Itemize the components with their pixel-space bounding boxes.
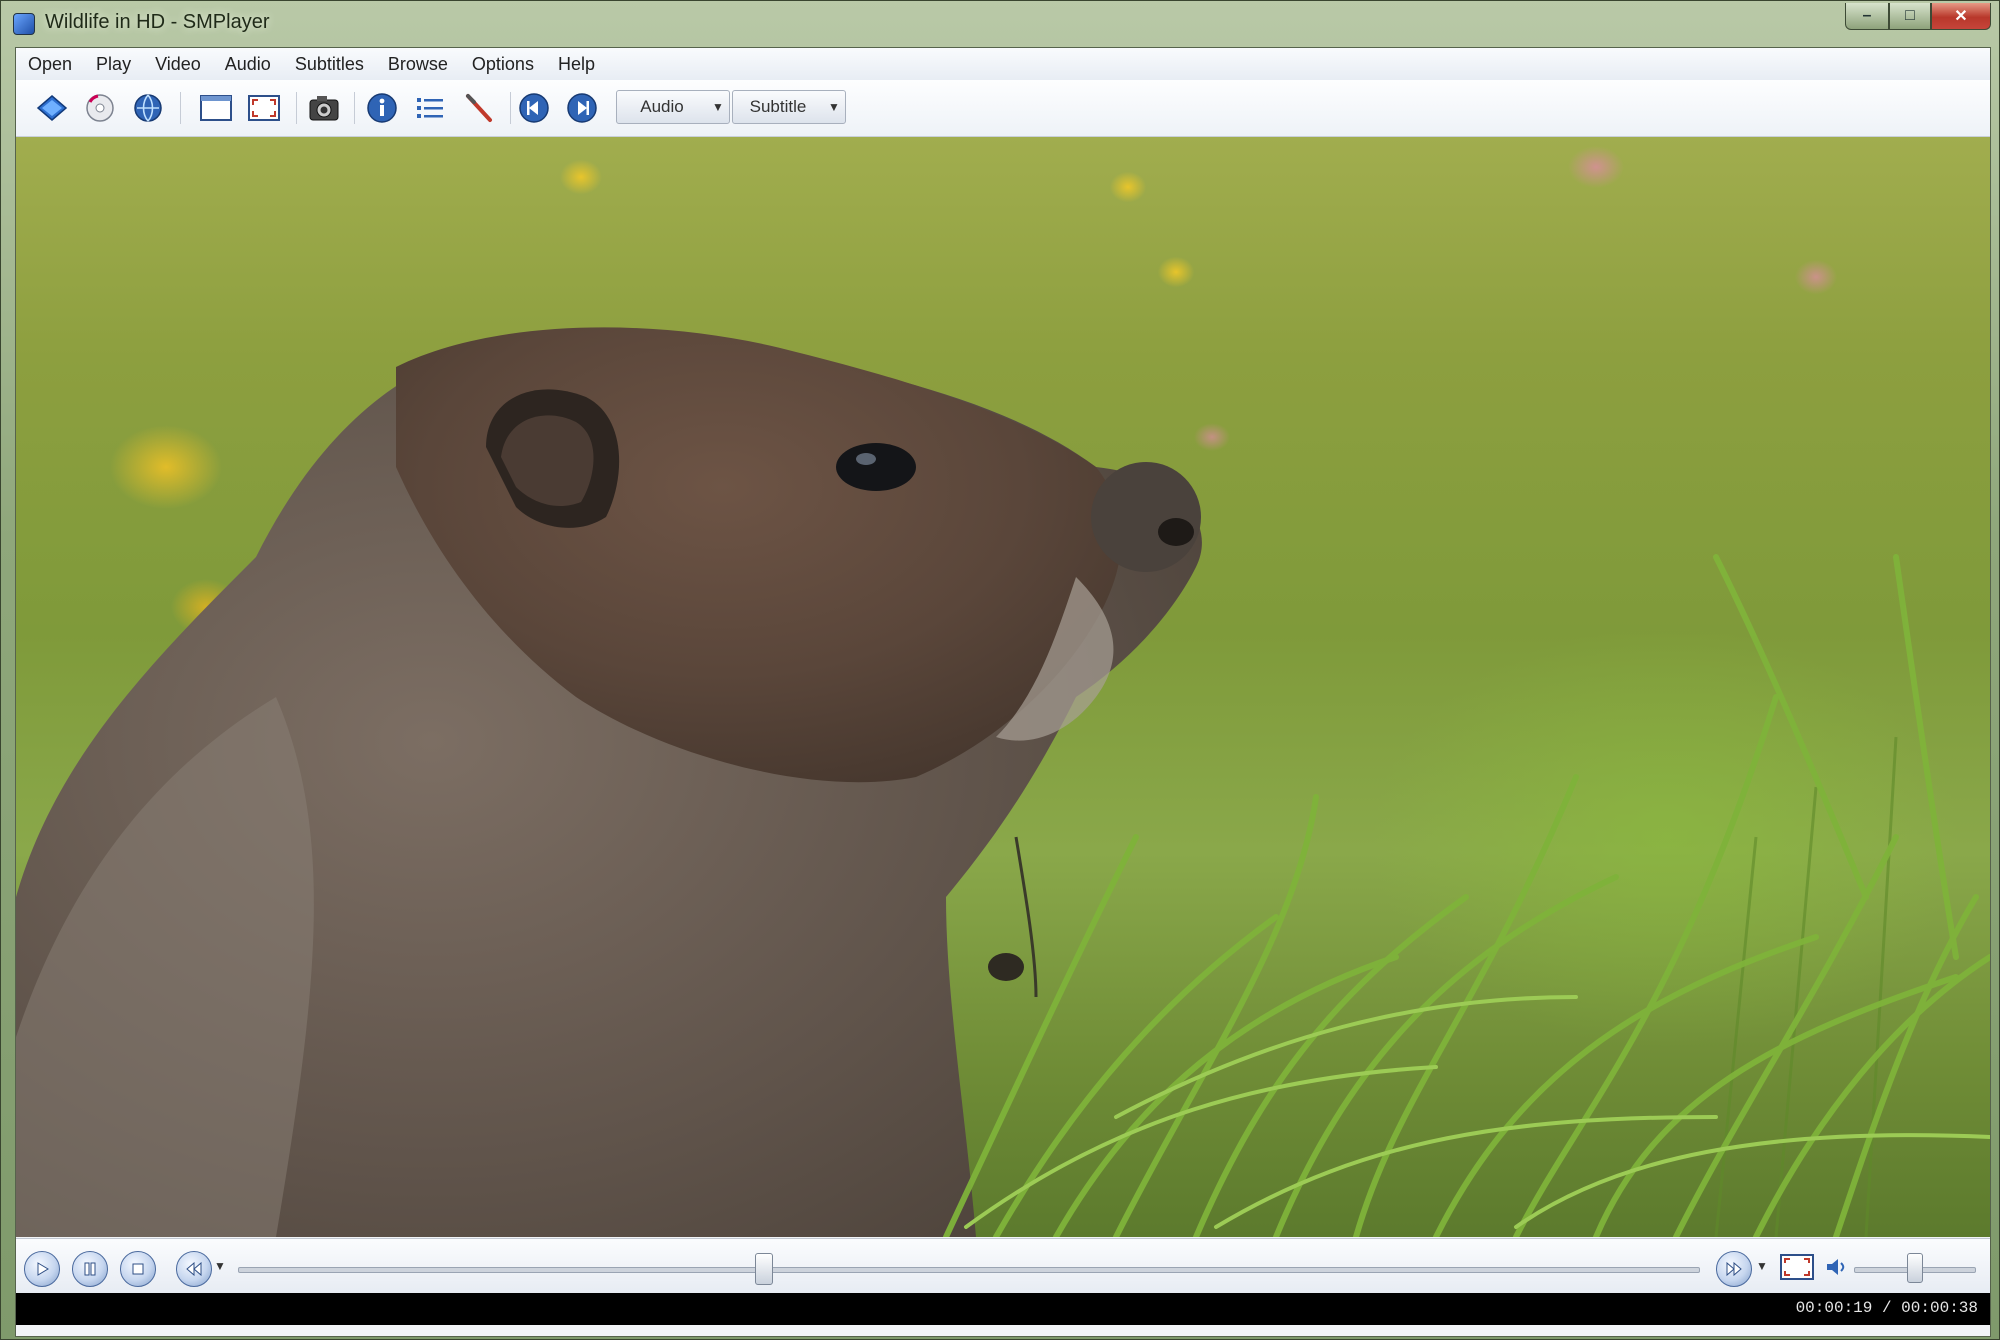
forward-icon xyxy=(1726,1261,1742,1277)
next-button[interactable] xyxy=(564,90,600,126)
open-file-icon xyxy=(36,95,68,121)
rewind-icon xyxy=(186,1261,202,1277)
toolbar-separator xyxy=(354,92,355,124)
app-icon xyxy=(13,13,35,35)
menu-options[interactable]: Options xyxy=(460,48,546,80)
fullscreen-icon xyxy=(248,95,280,121)
status-bar: 00:00:19 / 00:00:38 xyxy=(16,1293,1990,1325)
fullscreen-toggle-button[interactable] xyxy=(1778,1251,1816,1283)
info-icon xyxy=(367,93,397,123)
previous-button[interactable] xyxy=(516,90,552,126)
forward-button[interactable] xyxy=(1716,1251,1752,1287)
chevron-down-icon: ▼ xyxy=(828,100,840,114)
menu-help[interactable]: Help xyxy=(546,48,607,80)
pause-button[interactable] xyxy=(72,1251,108,1287)
subtitle-combo-label: Subtitle xyxy=(749,97,807,116)
playlist-button[interactable] xyxy=(412,90,448,126)
volume-handle[interactable] xyxy=(1907,1253,1923,1283)
preferences-button[interactable] xyxy=(460,90,496,126)
close-button[interactable]: ✕ xyxy=(1931,3,1991,30)
menu-bar: Open Play Video Audio Subtitles Browse O… xyxy=(16,48,1990,81)
play-button[interactable] xyxy=(24,1251,60,1287)
chevron-down-icon[interactable]: ▼ xyxy=(214,1259,226,1273)
open-url-icon xyxy=(134,94,162,122)
next-icon xyxy=(567,93,597,123)
window-title: Wildlife in HD - SMPlayer xyxy=(45,11,270,33)
stop-button[interactable] xyxy=(120,1251,156,1287)
maximize-button[interactable]: □ xyxy=(1889,3,1931,30)
menu-subtitles[interactable]: Subtitles xyxy=(283,48,376,80)
time-display: 00:00:19 / 00:00:38 xyxy=(1795,1299,1978,1317)
fullscreen-icon xyxy=(1780,1254,1814,1280)
main-toolbar: Audio ▼ Subtitle ▼ xyxy=(16,80,1990,137)
screenshot-icon xyxy=(309,96,339,121)
toolbar-separator xyxy=(510,92,511,124)
main-window: Wildlife in HD - SMPlayer – □ ✕ Open Pla… xyxy=(0,0,2000,1340)
subtitle-track-combo[interactable]: Subtitle ▼ xyxy=(732,90,846,124)
audio-track-combo[interactable]: Audio ▼ xyxy=(616,90,730,124)
control-bar: ▼ ▼ xyxy=(16,1238,1990,1293)
audio-combo-label: Audio xyxy=(640,97,684,116)
toolbar-separator xyxy=(296,92,297,124)
rewind-button[interactable] xyxy=(176,1251,212,1287)
pause-icon xyxy=(84,1262,96,1276)
play-icon xyxy=(37,1262,49,1276)
open-dvd-icon xyxy=(86,94,114,122)
menu-browse[interactable]: Browse xyxy=(376,48,460,80)
open-file-button[interactable] xyxy=(34,90,70,126)
speaker-icon xyxy=(1827,1259,1845,1275)
open-url-button[interactable] xyxy=(130,90,166,126)
minimize-button[interactable]: – xyxy=(1845,3,1889,30)
chevron-down-icon: ▼ xyxy=(712,100,724,114)
menu-play[interactable]: Play xyxy=(84,48,143,80)
seek-slider[interactable] xyxy=(238,1267,1700,1273)
mute-button[interactable] xyxy=(1822,1251,1852,1283)
stop-icon xyxy=(132,1263,144,1275)
menu-video[interactable]: Video xyxy=(143,48,213,80)
player-client-area: Open Play Video Audio Subtitles Browse O… xyxy=(15,47,1991,1337)
seek-handle[interactable] xyxy=(755,1253,774,1285)
compact-mode-icon xyxy=(200,95,232,121)
open-dvd-button[interactable] xyxy=(82,90,118,126)
preferences-icon xyxy=(466,94,492,122)
title-bar[interactable]: Wildlife in HD - SMPlayer – □ ✕ xyxy=(1,1,2000,45)
info-button[interactable] xyxy=(364,90,400,126)
menu-open[interactable]: Open xyxy=(16,48,84,80)
playlist-icon xyxy=(417,98,443,118)
video-display[interactable] xyxy=(16,137,1990,1237)
menu-audio[interactable]: Audio xyxy=(213,48,283,80)
toolbar-separator xyxy=(180,92,181,124)
previous-icon xyxy=(519,93,549,123)
compact-mode-button[interactable] xyxy=(198,90,234,126)
video-frame-image xyxy=(16,327,1990,1237)
fullscreen-button[interactable] xyxy=(246,90,282,126)
window-controls: – □ ✕ xyxy=(1845,3,1991,31)
chevron-down-icon[interactable]: ▼ xyxy=(1756,1259,1768,1273)
screenshot-button[interactable] xyxy=(306,90,342,126)
